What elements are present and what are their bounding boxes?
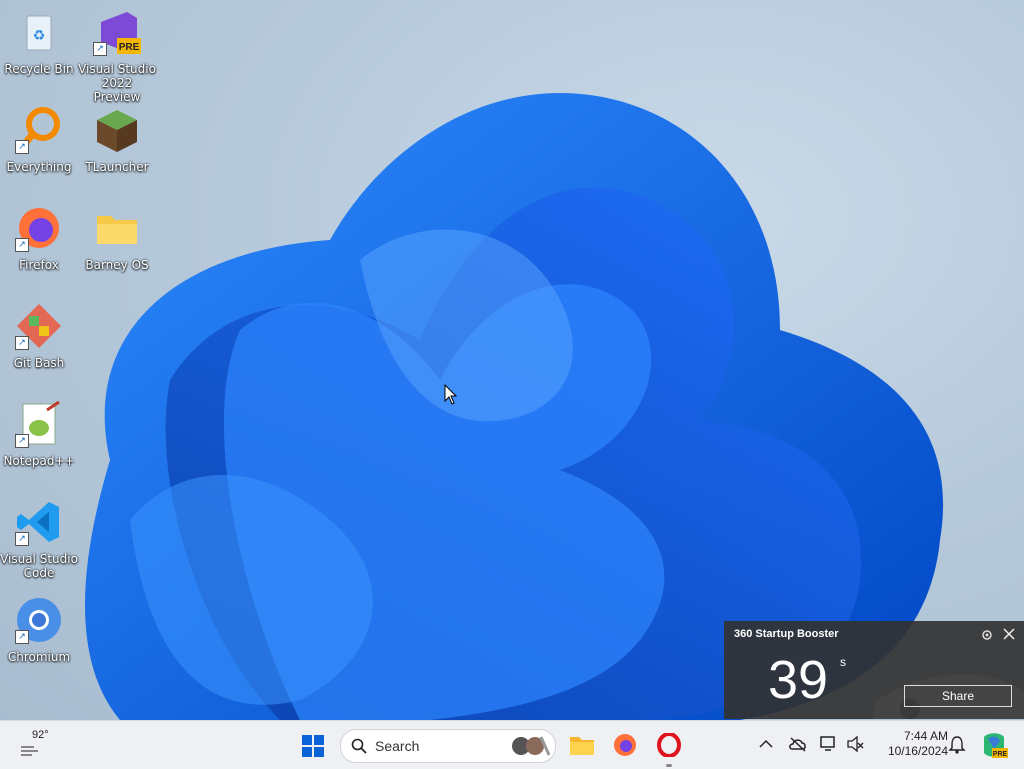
chromium-icon: ↗ — [15, 596, 63, 644]
chevron-up-icon[interactable] — [759, 739, 773, 749]
taskbar: 92° Search 7:44 AM 10/16/2024 PRE — [0, 720, 1024, 769]
shortcut-arrow-icon: ↗ — [15, 630, 29, 644]
opera-icon[interactable] — [657, 733, 681, 757]
visual-studio-preview-label: Visual Studio 2022 Preview — [78, 62, 156, 104]
recycle-bin-icon: ♻ — [15, 8, 63, 56]
notepad-plus-plus-icon: ↗ — [15, 400, 63, 448]
startup-booster-popup: 360 Startup Booster 39 s Share — [724, 621, 1024, 719]
everything-shortcut[interactable]: ↗ Everything — [0, 106, 78, 174]
onedrive-offline-icon[interactable] — [789, 736, 807, 752]
git-bash-icon: ↗ — [15, 302, 63, 350]
tlauncher-shortcut[interactable]: TLauncher — [78, 106, 156, 174]
vscode-label: Visual Studio Code — [0, 552, 78, 580]
gear-icon[interactable] — [980, 628, 994, 642]
notification-bell-icon[interactable] — [948, 735, 966, 755]
search-highlight-icon — [512, 736, 551, 756]
shortcut-arrow-icon: ↗ — [15, 140, 29, 154]
firefox-icon: ↗ — [15, 204, 63, 252]
firefox-shortcut[interactable]: ↗ Firefox — [0, 204, 78, 272]
booster-title: 360 Startup Booster — [734, 628, 839, 640]
weather-temperature: 92° — [32, 729, 49, 741]
clock-date: 10/16/2024 — [887, 744, 948, 758]
taskbar-clock[interactable]: 7:44 AM 10/16/2024 — [872, 729, 948, 759]
recycle-bin-shortcut[interactable]: ♻ Recycle Bin — [0, 8, 78, 76]
shortcut-arrow-icon: ↗ — [15, 532, 29, 546]
svg-text:PRE: PRE — [119, 42, 140, 53]
vscode-icon: ↗ — [15, 498, 63, 546]
visual-studio-preview-icon: PRE ↗ — [93, 8, 141, 56]
everything-search-icon: ↗ — [15, 106, 63, 154]
copilot-preview-icon[interactable]: PRE — [980, 731, 1008, 759]
notepad-plus-plus-label: Notepad++ — [3, 454, 75, 468]
shortcut-arrow-icon: ↗ — [15, 434, 29, 448]
tlauncher-grass-block-icon — [93, 106, 141, 154]
chromium-label: Chromium — [7, 650, 71, 664]
desktop: ♻ Recycle Bin PRE ↗ Visual Studio 2022 P… — [0, 0, 1024, 720]
barney-os-folder[interactable]: Barney OS — [78, 204, 156, 272]
firefox-label: Firefox — [19, 258, 59, 272]
volume-muted-icon[interactable] — [846, 735, 864, 753]
barney-os-label: Barney OS — [85, 258, 149, 272]
startup-seconds-unit: s — [840, 655, 846, 669]
chromium-shortcut[interactable]: ↗ Chromium — [0, 596, 78, 664]
network-icon[interactable] — [820, 735, 838, 753]
mouse-pointer-icon — [444, 384, 458, 405]
shortcut-arrow-icon: ↗ — [93, 42, 107, 56]
file-explorer-icon[interactable] — [569, 733, 595, 757]
running-app-indicator — [666, 764, 672, 767]
search-placeholder: Search — [375, 738, 420, 754]
tlauncher-label: TLauncher — [85, 160, 149, 174]
vscode-shortcut[interactable]: ↗ Visual Studio Code — [0, 498, 78, 580]
git-bash-shortcut[interactable]: ↗ Git Bash — [0, 302, 78, 370]
visual-studio-2022-preview-shortcut[interactable]: PRE ↗ Visual Studio 2022 Preview — [78, 8, 156, 104]
svg-text:PRE: PRE — [993, 751, 1008, 758]
git-bash-label: Git Bash — [13, 356, 65, 370]
clock-time: 7:44 AM — [903, 729, 948, 743]
taskbar-search-box[interactable]: Search — [340, 729, 556, 763]
start-windows-icon[interactable] — [301, 734, 325, 758]
everything-label: Everything — [6, 160, 72, 174]
recycle-bin-label: Recycle Bin — [4, 62, 74, 76]
folder-icon — [93, 204, 141, 252]
close-icon[interactable] — [1003, 628, 1015, 640]
search-icon — [351, 738, 367, 754]
notepad-plus-plus-shortcut[interactable]: ↗ Notepad++ — [0, 400, 78, 468]
shortcut-arrow-icon: ↗ — [15, 336, 29, 350]
svg-text:♻: ♻ — [33, 27, 46, 43]
shortcut-arrow-icon: ↗ — [15, 238, 29, 252]
firefox-taskbar-icon[interactable] — [613, 733, 637, 757]
weather-widget[interactable]: 92° — [18, 727, 58, 763]
wind-icon — [21, 746, 38, 756]
share-button[interactable]: Share — [904, 685, 1012, 707]
startup-seconds: 39 — [768, 650, 829, 710]
